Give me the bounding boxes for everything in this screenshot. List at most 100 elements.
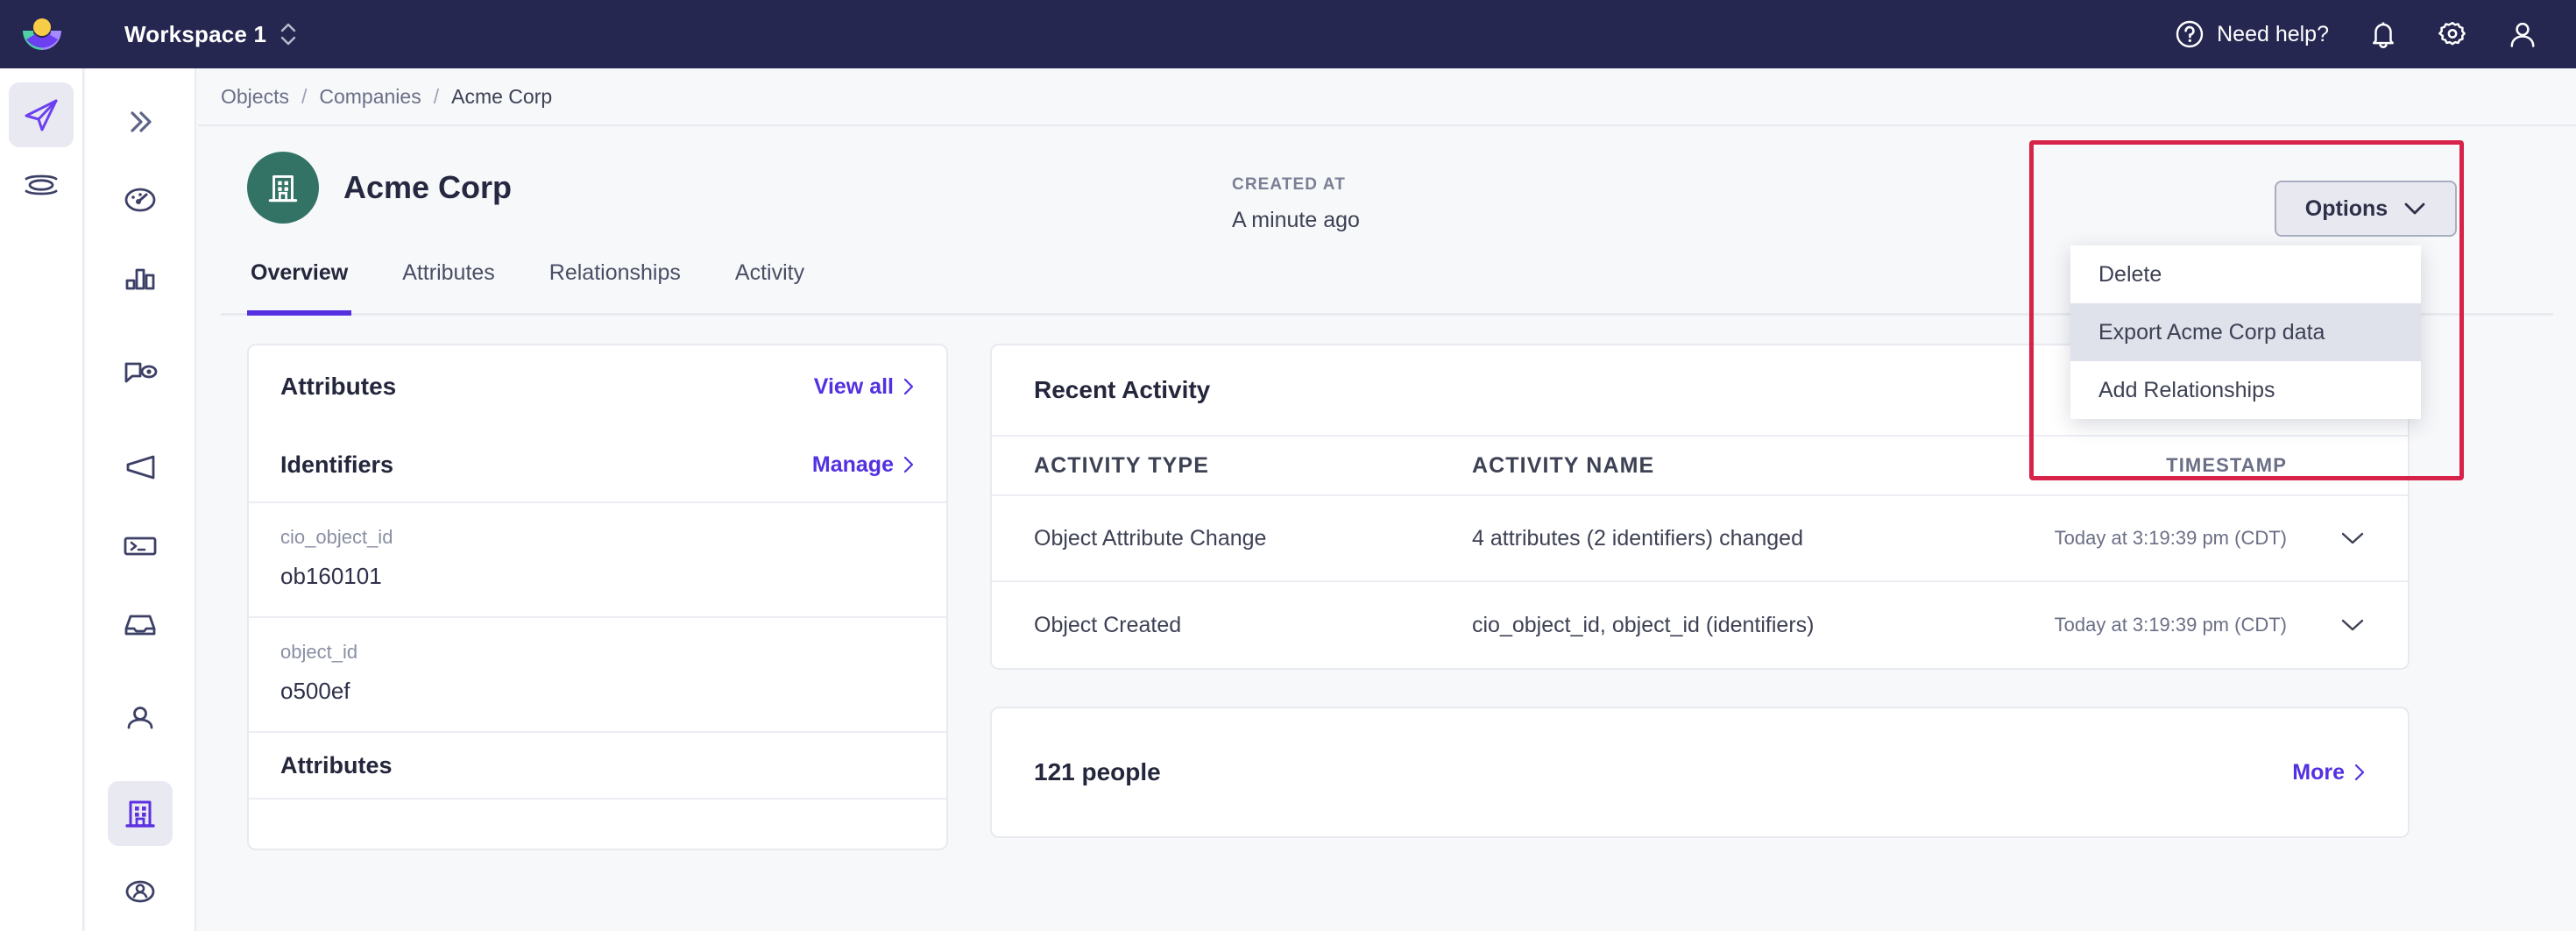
chevron-right-icon (903, 456, 914, 473)
sidebar-item-transactional[interactable] (86, 507, 195, 585)
person-icon (127, 707, 153, 729)
primary-sidebar (0, 68, 84, 931)
secondary-sidebar (86, 68, 196, 931)
people-more-label: More (2292, 759, 2345, 785)
cell-timestamp: Today at 3:19:39 pm (CDT) (2054, 614, 2287, 636)
bar-chart-icon (125, 268, 155, 290)
customerio-logo-icon (23, 18, 61, 50)
chevron-right-icon (903, 378, 914, 395)
user-icon[interactable] (2508, 19, 2537, 49)
sidebar-item-journeys[interactable] (9, 82, 74, 147)
attributes-section-body (249, 800, 946, 849)
table-row[interactable]: Object Created cio_object_id, object_id … (992, 582, 2408, 668)
breadcrumb-item-objects[interactable]: Objects (221, 85, 289, 109)
identifiers-header: Identifiers Manage (249, 428, 946, 503)
identifiers-title: Identifiers (280, 451, 394, 478)
message-eye-icon (124, 362, 158, 383)
manage-link[interactable]: Manage (812, 452, 915, 478)
column-header-activity-name: ACTIVITY NAME (1472, 452, 1655, 478)
options-button-label: Options (2304, 195, 2388, 221)
speedometer-icon (124, 188, 156, 212)
main-content: Objects / Companies / Acme Corp Acme Cor… (198, 68, 2576, 931)
tab-attributes[interactable]: Attributes (399, 249, 499, 313)
identifier-key: cio_object_id (280, 526, 393, 548)
need-help-label: Need help? (2217, 21, 2329, 46)
row-expand-button[interactable] (2287, 617, 2366, 633)
chevron-down-icon (2404, 203, 2425, 215)
created-at-label: CREATED AT (1232, 175, 1346, 194)
app-logo[interactable] (0, 13, 84, 55)
gear-icon[interactable] (2438, 19, 2467, 49)
bell-icon[interactable] (2369, 19, 2397, 49)
sidebar-item-data-pipelines[interactable] (9, 153, 74, 217)
people-more-link[interactable]: More (2292, 760, 2366, 785)
page-title: Acme Corp (343, 169, 513, 205)
sidebar-item-people[interactable] (86, 664, 195, 775)
chevron-right-icon (2354, 764, 2365, 781)
sidebar-item-inbox[interactable] (86, 585, 195, 663)
menu-item-delete[interactable]: Delete (2070, 245, 2421, 303)
workspace-switcher[interactable]: Workspace 1 (124, 21, 296, 48)
options-button[interactable]: Options (2275, 181, 2457, 237)
row-expand-button[interactable] (2287, 530, 2366, 546)
breadcrumb-item-companies[interactable]: Companies (319, 85, 421, 109)
sidebar-item-objects[interactable] (86, 775, 195, 853)
need-help-button[interactable]: Need help? (2175, 19, 2329, 49)
people-card: 121 people More (990, 707, 2410, 838)
menu-item-export-data[interactable]: Export Acme Corp data (2070, 303, 2421, 361)
attributes-card-header: Attributes View all (249, 345, 946, 428)
layers-icon (25, 174, 58, 195)
chevron-updown-icon (280, 23, 296, 46)
people-card-title: 121 people (1034, 758, 1161, 785)
identifier-row: object_id o500ef (249, 618, 946, 733)
sidebar-item-segments[interactable] (86, 853, 195, 931)
chevron-down-icon (2341, 532, 2364, 544)
activity-table-header: ACTIVITY TYPE ACTIVITY NAME TIMESTAMP (992, 435, 2408, 496)
identifier-row: cio_object_id ob160101 (249, 503, 946, 618)
view-all-label: View all (813, 373, 894, 399)
top-navbar: Workspace 1 Need help? (0, 0, 2576, 68)
building-icon (268, 174, 298, 203)
tab-overview[interactable]: Overview (247, 249, 352, 316)
identifier-value: o500ef (280, 678, 350, 704)
view-all-link[interactable]: View all (814, 374, 915, 400)
topbar-actions: Need help? (2175, 19, 2576, 49)
menu-item-add-relationships[interactable]: Add Relationships (2070, 361, 2421, 419)
attributes-column: Attributes View all Identifiers Manage c… (247, 344, 948, 850)
megaphone-icon (126, 455, 155, 480)
table-row[interactable]: Object Attribute Change 4 attributes (2 … (992, 496, 2408, 582)
cell-activity-type: Object Created (1034, 612, 1182, 637)
tab-activity[interactable]: Activity (732, 249, 808, 313)
attributes-card: Attributes View all Identifiers Manage c… (247, 344, 948, 850)
sidebar-item-analytics[interactable] (86, 239, 195, 317)
chevron-down-icon (2341, 619, 2364, 631)
attributes-card-title: Attributes (280, 373, 397, 400)
column-header-activity-type: ACTIVITY TYPE (1034, 452, 1209, 478)
sidebar-item-broadcasts[interactable] (86, 429, 195, 507)
breadcrumb-separator: / (301, 84, 308, 108)
question-circle-icon (2176, 20, 2204, 48)
sidebar-item-campaigns[interactable] (86, 317, 195, 429)
cell-activity-name: 4 attributes (2 identifiers) changed (1472, 525, 1803, 551)
sidebar-collapse-button[interactable] (86, 82, 195, 160)
column-header-timestamp: TIMESTAMP (2166, 454, 2287, 476)
page-hero: Acme Corp CREATED AT A minute ago (198, 126, 2576, 249)
created-at-block: CREATED AT A minute ago (1232, 175, 1360, 233)
cell-activity-name: cio_object_id, object_id (identifiers) (1472, 612, 1815, 637)
breadcrumb-item-current: Acme Corp (451, 84, 553, 108)
inbox-icon (124, 615, 156, 636)
attributes-section-title: Attributes (249, 733, 946, 800)
sidebar-item-dashboard[interactable] (86, 160, 195, 238)
breadcrumb-separator: / (433, 84, 440, 108)
identifier-value: ob160101 (280, 563, 382, 589)
cell-timestamp: Today at 3:19:39 pm (CDT) (2054, 527, 2287, 549)
terminal-icon (124, 537, 157, 556)
options-dropdown-menu: Delete Export Acme Corp data Add Relatio… (2070, 245, 2421, 419)
tab-relationships[interactable]: Relationships (546, 249, 684, 313)
activity-column: Recent Activity ACTIVITY TYPE ACTIVITY N… (990, 344, 2410, 850)
sidebar-item-objects-button[interactable] (108, 781, 173, 847)
workspace-name: Workspace 1 (124, 20, 267, 47)
avatar (247, 152, 319, 224)
building-icon (125, 800, 155, 828)
paper-plane-icon (25, 99, 58, 131)
